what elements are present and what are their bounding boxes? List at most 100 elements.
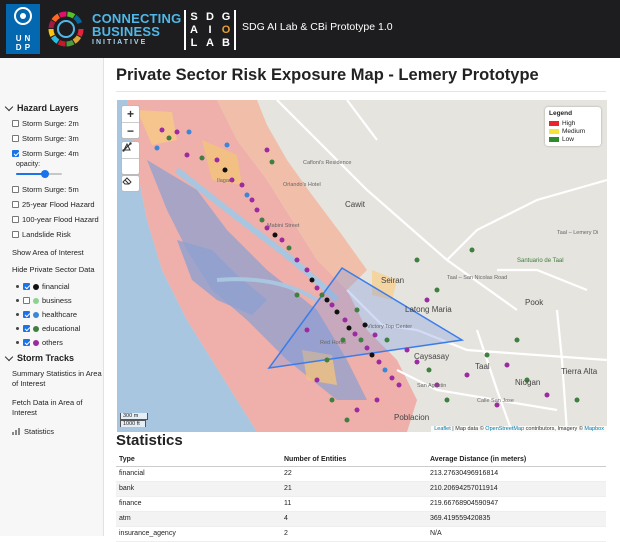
others-swatch bbox=[33, 339, 39, 346]
legend-swatch bbox=[549, 120, 559, 126]
map-label: Orlando's Hotel bbox=[283, 182, 321, 188]
financial-swatch bbox=[33, 283, 39, 290]
layer-storm-surge-5m[interactable]: Storm Surge: 5m bbox=[12, 185, 103, 194]
map-label: Pook bbox=[525, 298, 544, 307]
educational-swatch bbox=[33, 325, 39, 332]
layer-landslide-risk[interactable]: Landslide Risk bbox=[12, 230, 103, 239]
healthcare-swatch bbox=[33, 311, 39, 318]
show-area-of-interest-link[interactable]: Show Area of Interest bbox=[12, 248, 103, 258]
legend-row-low: Low bbox=[549, 135, 597, 143]
legend-swatch bbox=[549, 136, 559, 142]
checkbox[interactable] bbox=[12, 231, 19, 238]
table-row: finance 11 219.66768904590947 bbox=[116, 496, 606, 512]
undp-letters: U N D P bbox=[15, 34, 31, 52]
cbi-wordmark: CONNECTING BUSINESS INITIATIVE bbox=[92, 11, 182, 46]
checkbox[interactable] bbox=[23, 325, 30, 332]
draw-toolbar bbox=[121, 141, 140, 175]
table-row: insurance_agency 2 N/A bbox=[116, 526, 606, 542]
eraser-icon bbox=[122, 177, 132, 185]
osm-link[interactable]: OpenStreetMap bbox=[485, 426, 524, 432]
map-label: Taal – San Nicolas Road bbox=[447, 275, 508, 281]
map-view[interactable]: Cawit Seiran Latong Maria Pook Caysasay … bbox=[117, 100, 607, 432]
map-label: Tierra Alta bbox=[561, 367, 598, 376]
checkbox[interactable] bbox=[12, 150, 19, 157]
zoom-in-button[interactable]: + bbox=[122, 106, 139, 122]
business-swatch bbox=[33, 297, 39, 304]
mapbox-link[interactable]: Mapbox bbox=[584, 426, 604, 432]
entity-others[interactable]: others bbox=[16, 338, 103, 347]
bar-chart-icon bbox=[12, 428, 20, 435]
legend-swatch bbox=[549, 128, 559, 134]
checkbox[interactable] bbox=[12, 120, 19, 127]
column-header: Average Distance (in meters) bbox=[427, 454, 606, 467]
page-title: Private Sector Risk Exposure Map - Lemer… bbox=[116, 66, 539, 84]
storm-tracks-toggle[interactable]: Storm Tracks bbox=[4, 352, 103, 363]
map-label: Victory Top Center bbox=[367, 324, 413, 330]
column-header: Number of Entities bbox=[281, 454, 427, 467]
map-label: Cafloni's Residence bbox=[303, 160, 352, 166]
undp-logo: U N D P bbox=[6, 4, 40, 54]
entity-business[interactable]: business bbox=[16, 296, 103, 305]
bullet-icon bbox=[16, 285, 19, 288]
checkbox[interactable] bbox=[23, 297, 30, 304]
bullet-icon bbox=[16, 299, 19, 302]
cbi-ring-logo-icon bbox=[48, 11, 84, 47]
layer-storm-surge-3m[interactable]: Storm Surge: 3m bbox=[12, 134, 103, 143]
map-label: Santuario de Taal bbox=[517, 258, 564, 264]
layer-100-year-flood[interactable]: 100-year Flood Hazard bbox=[12, 215, 103, 224]
title-divider bbox=[116, 91, 606, 92]
chevron-down-icon bbox=[4, 102, 14, 111]
statistics-link[interactable]: Statistics bbox=[12, 427, 103, 436]
zoom-control: + − bbox=[121, 105, 140, 139]
map-scale: 300 m 1000 ft bbox=[120, 413, 148, 427]
table-row: bank 21 210.20694257011914 bbox=[116, 481, 606, 497]
sdg-ai-lab-logo: S D G A I O L A B bbox=[184, 10, 236, 50]
legend-row-high: High bbox=[549, 119, 597, 127]
leaflet-link[interactable]: Leaflet bbox=[434, 426, 451, 432]
opacity-label: opacity: bbox=[16, 161, 41, 168]
map-label: Caysasay bbox=[414, 352, 450, 361]
slider-thumb[interactable] bbox=[41, 170, 49, 178]
hazard-layers-toggle[interactable]: Hazard Layers bbox=[4, 102, 103, 113]
map-label: Calle San Jose bbox=[477, 398, 514, 404]
table-row: atm 4 369.419559420835 bbox=[116, 511, 606, 527]
delete-layers-button[interactable] bbox=[121, 175, 140, 192]
checkbox[interactable] bbox=[12, 216, 19, 223]
map-label: Mabini Street bbox=[267, 223, 300, 229]
checkbox[interactable] bbox=[12, 201, 19, 208]
map-label: Seiran bbox=[381, 276, 405, 285]
fetch-data-link[interactable]: Fetch Data in Area of Interest bbox=[12, 398, 103, 418]
layer-storm-surge-2m[interactable]: Storm Surge: 2m bbox=[12, 119, 103, 128]
map-label: Cawit bbox=[345, 200, 366, 209]
un-emblem-icon bbox=[14, 7, 32, 25]
map-label: Poblacion bbox=[394, 413, 430, 422]
checkbox[interactable] bbox=[12, 135, 19, 142]
hide-private-sector-link[interactable]: Hide Private Sector Data bbox=[12, 265, 103, 275]
entity-financial[interactable]: financial bbox=[16, 282, 103, 291]
legend-row-medium: Medium bbox=[549, 127, 597, 135]
opacity-slider[interactable] bbox=[16, 170, 62, 178]
map-label: Niogan bbox=[515, 378, 541, 387]
bullet-icon bbox=[16, 327, 19, 330]
polygon-icon bbox=[123, 142, 131, 151]
entity-healthcare[interactable]: healthcare bbox=[16, 310, 103, 319]
bullet-icon bbox=[16, 313, 19, 316]
checkbox[interactable] bbox=[23, 339, 30, 346]
entity-educational[interactable]: educational bbox=[16, 324, 103, 333]
map-label: Red Horse bbox=[320, 340, 347, 346]
layer-25-year-flood[interactable]: 25-year Flood Hazard bbox=[12, 200, 103, 209]
bullet-icon bbox=[16, 341, 19, 344]
map-label: Latong Maria bbox=[405, 305, 452, 314]
table-row: financial 22 213.27630496916814 bbox=[116, 466, 606, 482]
statistics-heading: Statistics bbox=[116, 432, 183, 449]
checkbox[interactable] bbox=[23, 283, 30, 290]
summary-statistics-link[interactable]: Summary Statistics in Area of Interest bbox=[12, 369, 103, 389]
top-header: U N D P CONNECTING BUSINESS INITIATIVE S… bbox=[0, 0, 620, 58]
zoom-out-button[interactable]: − bbox=[122, 122, 139, 138]
draw-polygon-button[interactable] bbox=[122, 142, 139, 174]
checkbox[interactable] bbox=[12, 186, 19, 193]
map-label: Taal bbox=[475, 362, 490, 371]
map-legend: Legend High Medium Low bbox=[545, 107, 601, 146]
checkbox[interactable] bbox=[23, 311, 30, 318]
layer-storm-surge-4m[interactable]: Storm Surge: 4m bbox=[12, 149, 103, 158]
